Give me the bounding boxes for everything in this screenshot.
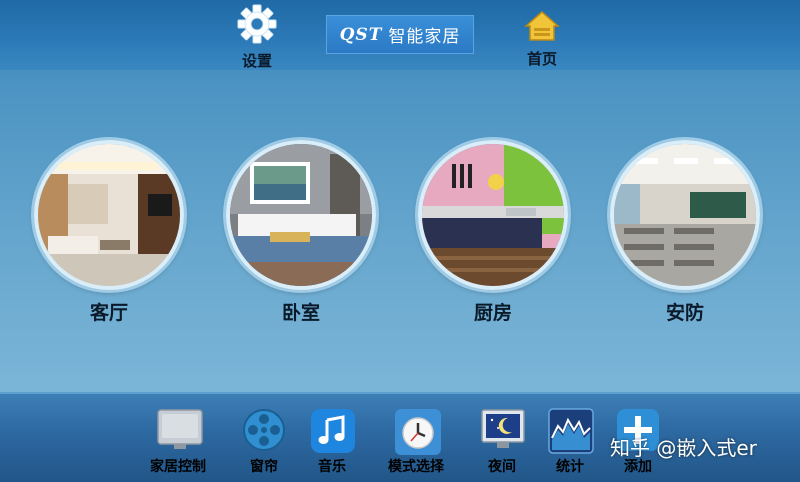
monitor-icon [156,408,203,452]
room-label: 厨房 [473,302,512,324]
dock-label: 音乐 [318,459,346,475]
room-bedroom[interactable]: 卧室 [225,140,377,325]
brand-code: QST [339,24,383,45]
dock-music[interactable]: 音乐 [292,408,372,476]
watermark-text: 知乎 @嵌入式er [610,436,757,460]
room-label: 安防 [665,302,704,324]
settings-button[interactable]: 设置 [226,4,288,71]
film-reel-icon [242,408,286,452]
living-room-image [34,140,184,290]
room-kitchen[interactable]: 厨房 [417,140,569,325]
room-label: 客厅 [89,302,128,324]
kitchen-image [418,140,568,290]
home-button[interactable]: 首页 [512,10,572,69]
chart-icon [548,408,594,454]
top-bar: 设置 QST 智能家居 首页 [0,0,800,70]
home-icon [524,11,560,41]
gear-icon [237,4,277,44]
night-moon-icon [480,408,525,452]
dock-mode-select[interactable]: 模式选择 [376,408,456,476]
music-note-icon [310,408,355,453]
dock-label: 家居控制 [150,459,206,475]
dock-home-control[interactable]: 家居控制 [138,408,218,476]
dock-label: 模式选择 [388,459,444,475]
room-security[interactable]: 安防 [609,140,761,325]
brand-name: 智能家居 [388,27,461,47]
settings-label: 设置 [241,52,272,70]
home-label: 首页 [526,50,557,68]
bedroom-image [226,140,376,290]
security-image [610,140,760,290]
room-label: 卧室 [281,302,320,324]
brand-logo: QST 智能家居 [326,15,474,54]
room-living-room[interactable]: 客厅 [33,140,185,325]
clock-icon [394,408,441,455]
